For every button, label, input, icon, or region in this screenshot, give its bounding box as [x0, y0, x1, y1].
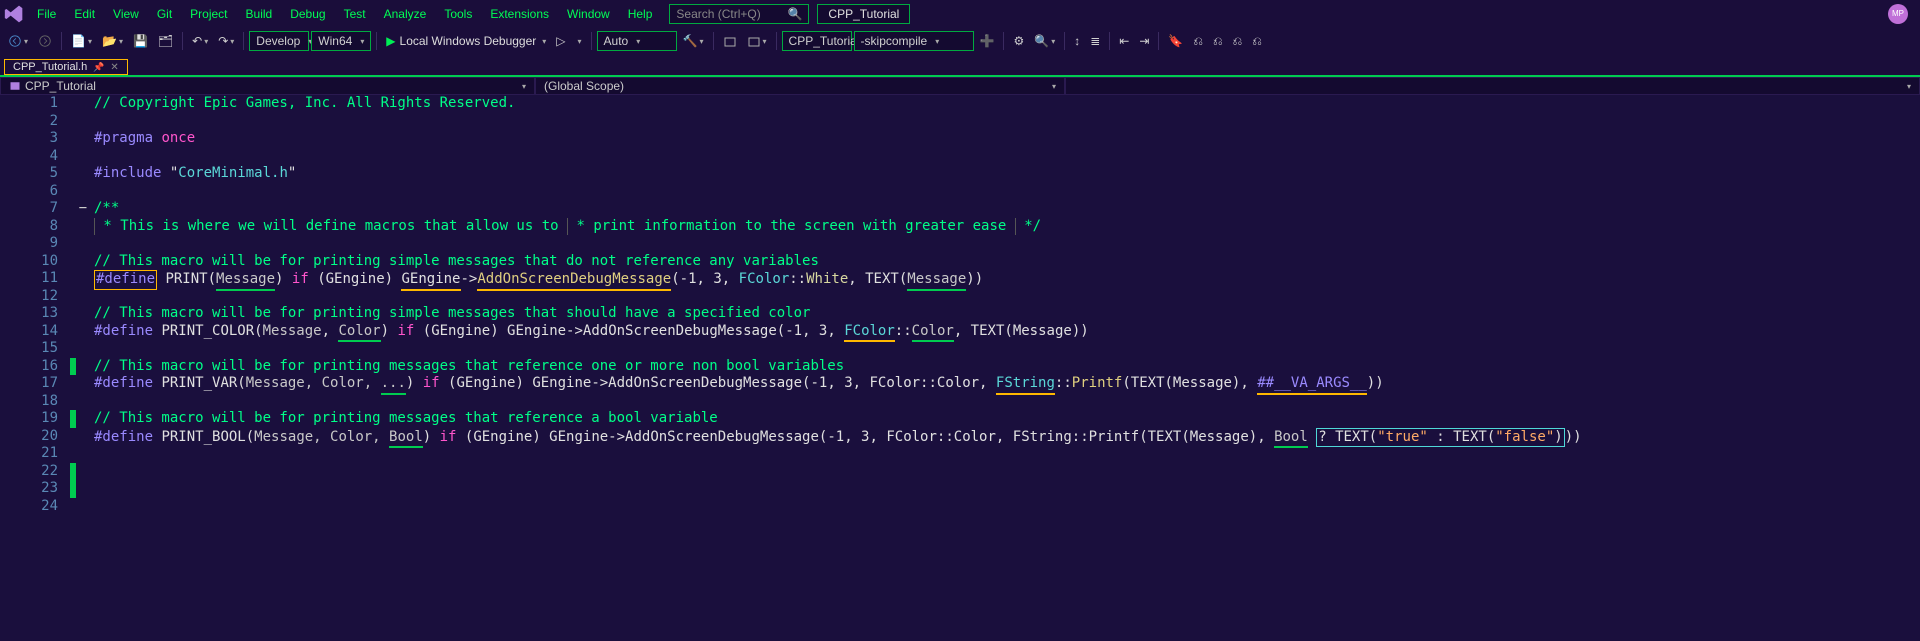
- bookmark-prev-icon[interactable]: ⎌: [1189, 30, 1207, 52]
- solution-title[interactable]: CPP_Tutorial: [817, 4, 910, 24]
- nav-member-dd[interactable]: ▾: [1065, 77, 1920, 95]
- nav-fwd-button[interactable]: [34, 30, 56, 52]
- nav-bar: CPP_Tutorial▾ (Global Scope)▾ ▾: [0, 75, 1920, 95]
- pin-icon[interactable]: 📌: [93, 62, 104, 73]
- menu-file[interactable]: File: [28, 2, 65, 26]
- save-button[interactable]: 💾: [129, 30, 152, 52]
- build-button[interactable]: 🔨▾: [679, 30, 708, 52]
- start-nodebug-button[interactable]: ▷: [552, 30, 569, 52]
- search-icon: 🔍: [787, 7, 802, 21]
- nav-back-button[interactable]: ▾: [4, 30, 32, 52]
- nav-scope-dd[interactable]: (Global Scope)▾: [535, 77, 1065, 95]
- startup-project-combo[interactable]: CPP_Tutorial▾: [782, 31, 852, 51]
- menu-test[interactable]: Test: [335, 2, 375, 26]
- code-editor[interactable]: 123456789101112131415161718192021222324 …: [0, 95, 1920, 641]
- code-content[interactable]: // Copyright Epic Games, Inc. All Rights…: [90, 95, 1920, 641]
- file-tab-active[interactable]: CPP_Tutorial.h 📌 ✕: [4, 59, 128, 75]
- menu-view[interactable]: View: [104, 2, 148, 26]
- menu-edit[interactable]: Edit: [65, 2, 104, 26]
- menu-window[interactable]: Window: [558, 2, 619, 26]
- args-add-button[interactable]: ➕: [976, 30, 999, 52]
- config-combo[interactable]: Develop▾: [249, 31, 309, 51]
- start-debug-button[interactable]: ▶Local Windows Debugger▾: [382, 30, 550, 52]
- vs-logo-icon: [4, 4, 24, 24]
- bookmark-icon[interactable]: 🔖: [1164, 30, 1187, 52]
- indent-out-icon[interactable]: ⇤: [1115, 30, 1133, 52]
- run-mode-combo[interactable]: Auto▾: [597, 31, 677, 51]
- user-avatar[interactable]: MP: [1888, 4, 1908, 24]
- menu-help[interactable]: Help: [619, 2, 662, 26]
- menu-analyze[interactable]: Analyze: [375, 2, 436, 26]
- menu-git[interactable]: Git: [148, 2, 181, 26]
- collapse-toggle[interactable]: −: [79, 200, 87, 218]
- close-icon[interactable]: ✕: [110, 62, 118, 73]
- menu-extensions[interactable]: Extensions: [481, 2, 558, 26]
- bookmark-end-icon[interactable]: ⎌: [1248, 30, 1266, 52]
- project-icon: [9, 80, 21, 92]
- nav-project-dd[interactable]: CPP_Tutorial▾: [0, 77, 535, 95]
- redo-button[interactable]: ↷▾: [214, 30, 238, 52]
- open-button[interactable]: 📂▾: [98, 30, 127, 52]
- new-button[interactable]: 📄▾: [67, 30, 96, 52]
- menu-debug[interactable]: Debug: [281, 2, 334, 26]
- platform-combo[interactable]: Win64▾: [311, 31, 371, 51]
- outline-column: −: [76, 95, 90, 641]
- menu-bar: File Edit View Git Project Build Debug T…: [0, 0, 1920, 27]
- menu-tools[interactable]: Tools: [435, 2, 481, 26]
- comment-icon[interactable]: ≣: [1086, 30, 1104, 52]
- debug-target-button[interactable]: ▾: [572, 30, 586, 52]
- indent-in-icon[interactable]: ⇥: [1135, 30, 1153, 52]
- find-button[interactable]: 🔍▾: [1030, 30, 1059, 52]
- menu-items: File Edit View Git Project Build Debug T…: [28, 2, 661, 26]
- save-all-button[interactable]: 🗂: [154, 30, 177, 52]
- bookmark-clear-icon[interactable]: ⎌: [1229, 30, 1247, 52]
- process-btn-a[interactable]: [719, 30, 741, 52]
- gear-icon[interactable]: ⚙: [1009, 30, 1028, 52]
- search-placeholder: Search (Ctrl+Q): [676, 7, 760, 21]
- process-btn-b[interactable]: ▾: [743, 30, 771, 52]
- search-input[interactable]: Search (Ctrl+Q) 🔍: [669, 4, 809, 24]
- stack-icon[interactable]: ↕: [1070, 30, 1084, 52]
- toolbar: ▾ 📄▾ 📂▾ 💾 🗂 ↶▾ ↷▾ Develop▾ Win64▾ ▶Local…: [0, 27, 1920, 55]
- file-tab-label: CPP_Tutorial.h: [13, 61, 87, 73]
- bookmark-next-icon[interactable]: ⎌: [1209, 30, 1227, 52]
- undo-button[interactable]: ↶▾: [188, 30, 212, 52]
- line-number-gutter: 123456789101112131415161718192021222324: [0, 95, 70, 641]
- file-tab-row: CPP_Tutorial.h 📌 ✕: [0, 55, 1920, 75]
- menu-build[interactable]: Build: [237, 2, 282, 26]
- menu-project[interactable]: Project: [181, 2, 236, 26]
- cmdline-args-combo[interactable]: -skipcompile▾: [854, 31, 974, 51]
